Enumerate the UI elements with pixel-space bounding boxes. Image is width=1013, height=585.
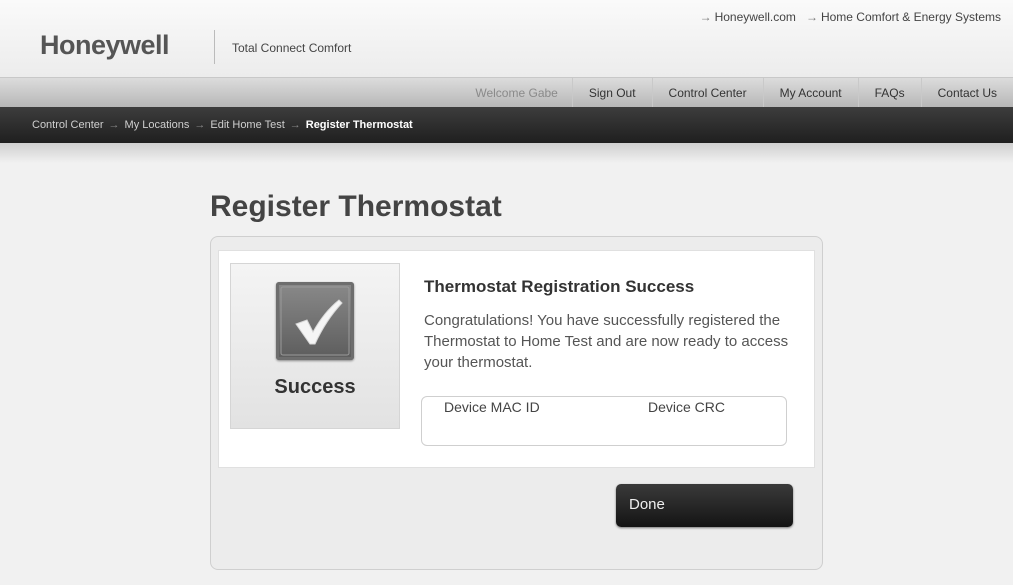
welcome-text: Welcome Gabe <box>475 85 558 100</box>
link-home-comfort[interactable]: → Home Comfort & Energy Systems <box>806 10 1001 24</box>
device-crc-label: Device CRC <box>648 399 726 415</box>
nav-faqs[interactable]: FAQs <box>857 78 921 107</box>
breadcrumb-my-locations[interactable]: My Locations <box>125 119 190 131</box>
link-label: Honeywell.com <box>714 10 796 24</box>
success-label: Success <box>274 376 356 398</box>
nav-sign-out[interactable]: Sign Out <box>571 78 652 107</box>
top-links: → Honeywell.com → Home Comfort & Energy Sy… <box>700 10 1001 24</box>
arrow-right-icon: → <box>805 10 818 24</box>
arrow-right-icon: → <box>194 119 206 131</box>
arrow-right-icon: → <box>289 119 301 131</box>
breadcrumb-current: Register Thermostat <box>305 119 413 131</box>
arrow-right-icon: → <box>108 119 120 131</box>
result-message: Congratulations! You have successfully r… <box>424 312 789 371</box>
nav-control-center[interactable]: Control Center <box>651 78 763 107</box>
breadcrumb-control-center[interactable]: Control Center <box>32 119 104 131</box>
device-mac-label: Device MAC ID <box>444 399 540 415</box>
checkmark-icon <box>276 282 354 360</box>
nav-contact-us[interactable]: Contact Us <box>920 78 1013 107</box>
nav-my-account[interactable]: My Account <box>762 78 858 107</box>
arrow-right-icon: → <box>699 10 712 24</box>
page-title: Register Thermostat <box>210 190 502 223</box>
breadcrumb: Control Center → My Locations → Edit Hom… <box>0 107 1013 143</box>
honeywell-logo[interactable]: Honeywell <box>40 30 170 61</box>
site-header: Honeywell Total Connect Comfort → Honeywe… <box>0 0 1013 77</box>
result-title: Thermostat Registration Success <box>424 277 695 296</box>
header-shadow <box>0 143 1013 163</box>
main-nav: Welcome Gabe Sign Out Control Center My … <box>0 77 1013 107</box>
product-tagline: Total Connect Comfort <box>232 41 352 55</box>
link-honeywell-com[interactable]: → Honeywell.com <box>700 10 796 24</box>
logo-divider <box>214 30 215 64</box>
link-label: Home Comfort & Energy Systems <box>820 10 1001 24</box>
breadcrumb-edit-home-test[interactable]: Edit Home Test <box>210 119 284 131</box>
done-button[interactable]: Done <box>616 484 793 527</box>
